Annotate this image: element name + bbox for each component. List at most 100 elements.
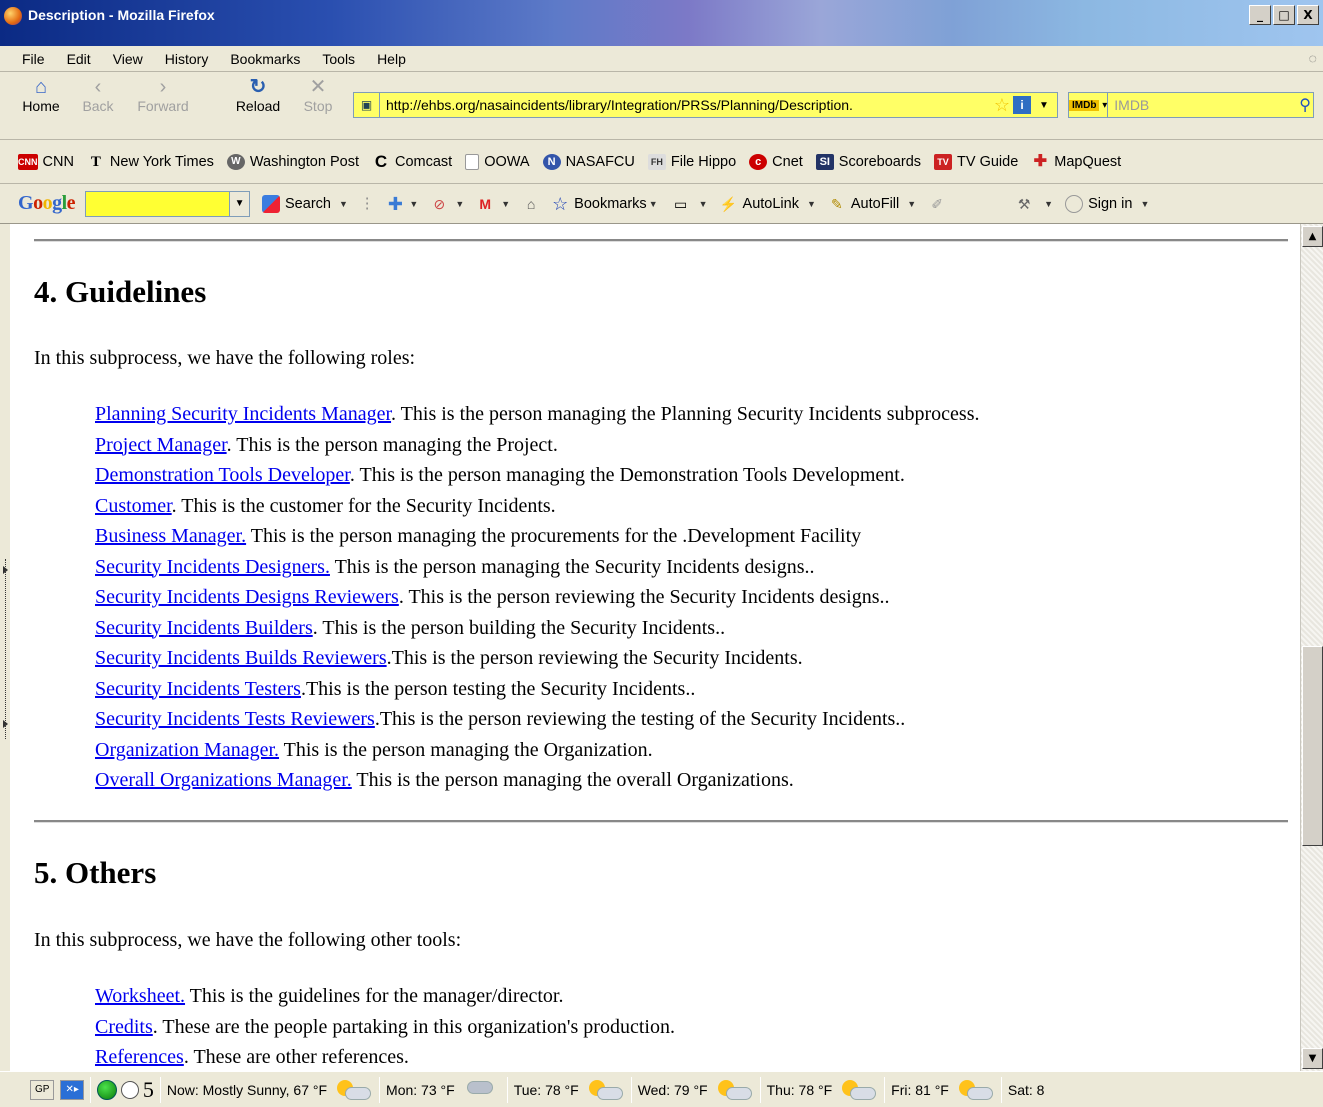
tool-link[interactable]: Worksheet. xyxy=(95,985,185,1007)
gmail-button[interactable]: M ▼ xyxy=(476,195,510,213)
bookmark-cnn[interactable]: CNN CNN xyxy=(18,153,74,170)
scroll-thumb[interactable] xyxy=(1302,646,1323,846)
bookmark-washington-post[interactable]: W Washington Post xyxy=(226,153,359,170)
sidebar-grip[interactable] xyxy=(0,224,10,1071)
menu-view[interactable]: View xyxy=(100,51,152,67)
bookmark-star-icon[interactable]: ☆ xyxy=(991,95,1013,116)
chevron-down-icon[interactable]: ▼ xyxy=(807,199,816,209)
minimize-button[interactable]: _ xyxy=(1249,5,1271,25)
google-search-input[interactable]: ▼ xyxy=(85,190,251,217)
menu-history[interactable]: History xyxy=(152,51,218,67)
reload-button[interactable]: ↻ Reload xyxy=(229,76,287,114)
menu-file[interactable]: File xyxy=(0,51,54,67)
menu-edit[interactable]: Edit xyxy=(54,51,100,67)
chevron-down-icon[interactable]: ▼ xyxy=(339,199,348,209)
bookmark-scoreboards[interactable]: SI Scoreboards xyxy=(815,153,921,170)
role-link[interactable]: Organization Manager. xyxy=(95,739,279,761)
weather-sat[interactable]: Sat: 8 xyxy=(1008,1082,1045,1098)
role-link[interactable]: Business Manager. xyxy=(95,525,246,547)
chevron-down-icon[interactable]: ▼ xyxy=(1044,199,1053,209)
clock-icon[interactable] xyxy=(120,1080,139,1099)
chevron-down-icon[interactable]: ▼ xyxy=(649,199,658,209)
home-button[interactable]: ⌂ Home xyxy=(18,76,64,114)
bookmark-tv-guide[interactable]: TV TV Guide xyxy=(934,153,1019,170)
role-link[interactable]: Demonstration Tools Developer xyxy=(95,464,350,486)
popup-blocker-button[interactable]: ⊘ ▼ xyxy=(430,195,464,213)
weather-tue[interactable]: Tue: 78 °F xyxy=(514,1079,625,1101)
vertical-scrollbar[interactable]: ▲ ▼ xyxy=(1300,224,1323,1071)
chevron-down-icon[interactable]: ▼ xyxy=(699,199,708,209)
weather-now[interactable]: Now: Mostly Sunny, 67 °F xyxy=(167,1079,373,1101)
search-engine-selector[interactable]: IMDb ▾ xyxy=(1069,93,1109,117)
add-button[interactable]: ✚ ▼ xyxy=(386,195,418,213)
highlight-button[interactable]: ✐ xyxy=(928,195,951,213)
list-item: Business Manager. This is the person man… xyxy=(95,521,979,552)
page-info-icon[interactable]: i xyxy=(1013,96,1031,114)
scroll-down-button[interactable]: ▼ xyxy=(1302,1048,1323,1069)
url-text[interactable]: http://ehbs.org/nasaincidents/library/In… xyxy=(380,97,991,113)
google-bookmarks-button[interactable]: ☆ Bookmarks ▼ xyxy=(551,195,658,213)
bookmark-new-york-times[interactable]: T New York Times xyxy=(87,154,214,170)
sidebar-button[interactable]: ▭ ▼ xyxy=(670,195,708,213)
menu-help[interactable]: Help xyxy=(364,51,415,67)
chevron-down-icon[interactable]: ▼ xyxy=(229,191,250,216)
plus-icon: ✚ xyxy=(387,193,403,214)
search-bar[interactable]: IMDb ▾ ⚲ xyxy=(1068,92,1314,118)
bookmark-cnet[interactable]: c Cnet xyxy=(749,153,803,170)
role-link[interactable]: Overall Organizations Manager. xyxy=(95,769,352,791)
bookmark-oowa[interactable]: OOWA xyxy=(465,153,530,170)
site-identity-icon[interactable]: ▣ xyxy=(354,93,380,117)
menu-bookmarks[interactable]: Bookmarks xyxy=(217,51,309,67)
green-status-icon[interactable] xyxy=(96,1079,117,1100)
bookmark-label: TV Guide xyxy=(957,153,1019,170)
stop-button[interactable]: ✕ Stop xyxy=(298,76,338,114)
weather-fri[interactable]: Fri: 81 °F xyxy=(891,1079,995,1101)
count-badge[interactable]: 5 xyxy=(143,1077,154,1103)
chevron-down-icon[interactable]: ▼ xyxy=(1140,199,1149,209)
forward-button[interactable]: › Forward xyxy=(130,76,196,114)
maximize-button[interactable]: □ xyxy=(1273,5,1295,25)
weather-thu[interactable]: Thu: 78 °F xyxy=(767,1079,879,1101)
weather-wed[interactable]: Wed: 79 °F xyxy=(638,1079,754,1101)
settings-button[interactable]: ⚒ ▼ xyxy=(1015,195,1053,213)
home-page-button[interactable]: ⌂ xyxy=(522,195,545,213)
back-button[interactable]: ‹ Back xyxy=(78,76,118,114)
role-link[interactable]: Security Incidents Builds Reviewers xyxy=(95,647,387,669)
chevron-down-icon[interactable]: ▼ xyxy=(409,199,418,209)
menu-tools[interactable]: Tools xyxy=(309,51,364,67)
autofill-button[interactable]: ✎ AutoFill ▼ xyxy=(828,195,916,213)
bookmark-nasafcu[interactable]: N NASAFCU xyxy=(542,153,635,170)
url-bar[interactable]: ▣ http://ehbs.org/nasaincidents/library/… xyxy=(353,92,1058,118)
chevron-down-icon[interactable]: ▼ xyxy=(907,199,916,209)
role-link[interactable]: Planning Security Incidents Manager xyxy=(95,403,391,425)
tool-link[interactable]: References xyxy=(95,1046,184,1068)
google-search-button[interactable]: Search ▼ xyxy=(262,194,348,213)
expand-arrow-icon[interactable] xyxy=(3,566,8,574)
bookmark-mapquest[interactable]: ✚ MapQuest xyxy=(1031,153,1122,170)
gp-icon[interactable]: GP xyxy=(30,1079,55,1100)
sign-in-button[interactable]: Sign in ▼ xyxy=(1065,194,1149,213)
bookmark-comcast[interactable]: C Comcast xyxy=(372,153,452,170)
role-link[interactable]: Security Incidents Builders xyxy=(95,617,313,639)
scroll-up-button[interactable]: ▲ xyxy=(1302,226,1323,247)
autolink-button[interactable]: ⚡ AutoLink ▼ xyxy=(720,195,816,213)
role-link[interactable]: Customer xyxy=(95,495,172,517)
role-link[interactable]: Security Incidents Designers. xyxy=(95,556,330,578)
expand-arrow-icon[interactable] xyxy=(3,720,8,728)
tool-link[interactable]: Credits xyxy=(95,1016,153,1038)
google-logo[interactable]: Google xyxy=(18,192,76,215)
role-link[interactable]: Security Incidents Testers xyxy=(95,678,301,700)
chevron-down-icon[interactable]: ▼ xyxy=(501,199,510,209)
url-dropdown-icon[interactable]: ▼ xyxy=(1031,100,1057,111)
status-separator xyxy=(89,1076,91,1103)
weather-mon[interactable]: Mon: 73 °F xyxy=(386,1079,501,1101)
chevron-down-icon[interactable]: ▼ xyxy=(455,199,464,209)
close-button[interactable]: X xyxy=(1297,5,1319,25)
xmarks-icon[interactable]: ✕▸ xyxy=(60,1079,84,1100)
search-go-icon[interactable]: ⚲ xyxy=(1297,95,1313,115)
search-input[interactable] xyxy=(1108,96,1298,114)
role-link[interactable]: Security Incidents Designs Reviewers xyxy=(95,586,399,608)
role-link[interactable]: Security Incidents Tests Reviewers xyxy=(95,708,375,730)
role-link[interactable]: Project Manager xyxy=(95,434,227,456)
bookmark-file-hippo[interactable]: FH File Hippo xyxy=(647,153,736,170)
